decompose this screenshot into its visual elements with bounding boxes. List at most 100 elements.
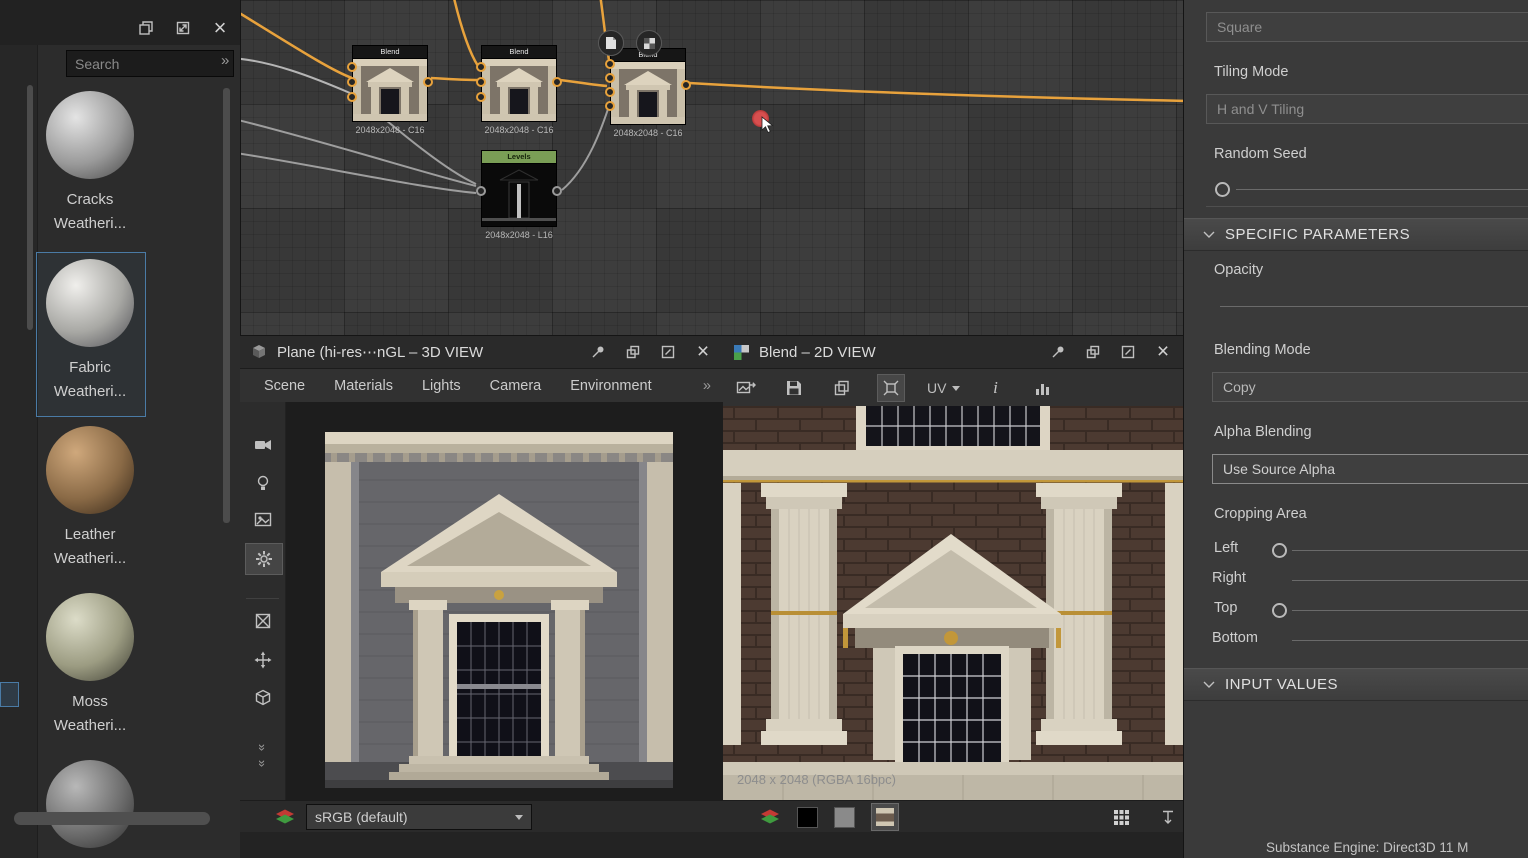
uv-display-icon[interactable] — [245, 606, 281, 636]
search-input[interactable] — [66, 50, 234, 77]
library-item-partial[interactable] — [38, 760, 142, 848]
material-sphere-thumbnail[interactable] — [46, 259, 134, 347]
save-icon[interactable] — [781, 375, 807, 401]
graph-node-blend-2[interactable]: Blend 2048x2048 - C16 — [481, 45, 557, 135]
color-channels-icon[interactable] — [759, 808, 781, 826]
background-color-swatch[interactable] — [797, 807, 818, 828]
tree-scrollbar[interactable] — [27, 85, 33, 330]
display-settings-gear-icon[interactable] — [245, 543, 283, 575]
camera-icon[interactable] — [245, 430, 281, 460]
material-sphere-thumbnail[interactable] — [46, 91, 134, 179]
library-item-moss[interactable]: Moss Weatheri... — [38, 593, 142, 738]
crop-left-slider-track[interactable] — [1292, 550, 1528, 551]
crop-left-slider-knob[interactable] — [1272, 543, 1287, 558]
maximize-icon[interactable] — [1118, 342, 1138, 362]
node-graph-canvas[interactable]: Blend 2048x2048 - C16 Blend 2048x2048 - … — [240, 0, 1183, 335]
crop-top-slider-track[interactable] — [1292, 610, 1528, 611]
graph-node-blend-1[interactable]: Blend 2048x2048 - C16 — [352, 45, 428, 135]
section-input-values[interactable]: INPUT VALUES — [1184, 668, 1528, 701]
random-seed-slider-track[interactable] — [1236, 189, 1528, 190]
library-scrollbar[interactable] — [223, 88, 230, 523]
uv-mode-dropdown[interactable]: UV — [927, 380, 960, 396]
pin-icon[interactable] — [1048, 342, 1068, 362]
info-icon[interactable]: i — [982, 375, 1008, 401]
toolbar-expand-chevron-icon[interactable]: » — [245, 748, 281, 778]
colorspace-dropdown[interactable]: sRGB (default) — [306, 804, 532, 830]
library-item-cracks[interactable]: Cracks Weatheri... — [38, 91, 142, 236]
close-icon[interactable]: × — [210, 18, 230, 38]
translate-gizmo-icon[interactable] — [245, 645, 281, 675]
crop-right-slider-track[interactable] — [1292, 580, 1528, 581]
material-sphere-thumbnail[interactable] — [46, 760, 134, 848]
float-panel-icon[interactable] — [1083, 342, 1103, 362]
random-seed-slider-knob[interactable] — [1215, 182, 1230, 197]
crop-top-slider-knob[interactable] — [1272, 603, 1287, 618]
input-port[interactable] — [347, 92, 357, 102]
float-panel-icon[interactable] — [623, 342, 643, 362]
export-image-icon[interactable] — [733, 375, 759, 401]
menu-scene[interactable]: Scene — [264, 378, 305, 394]
tiling-grid-icon[interactable] — [1109, 804, 1135, 830]
material-sphere-thumbnail[interactable] — [46, 593, 134, 681]
library-item-leather[interactable]: Leather Weatheri... — [38, 426, 142, 571]
output-shape-field[interactable]: Square — [1206, 12, 1528, 42]
alpha-blending-dropdown[interactable]: Use Source Alpha — [1212, 454, 1528, 484]
2d-view-toolbar: UV i — [723, 369, 1183, 408]
input-port[interactable] — [605, 73, 615, 83]
close-icon[interactable]: × — [1153, 342, 1173, 362]
crop-bottom-slider-track[interactable] — [1292, 640, 1528, 641]
2d-texture-facade — [723, 406, 1183, 801]
copy-icon[interactable] — [829, 375, 855, 401]
input-port[interactable] — [476, 77, 486, 87]
2d-view-titlebar[interactable]: Blend – 2D VIEW × — [723, 336, 1183, 369]
pin-icon[interactable] — [588, 342, 608, 362]
search-options-chevron-icon[interactable]: » — [221, 52, 229, 69]
input-port[interactable] — [347, 62, 357, 72]
output-port[interactable] — [423, 77, 433, 87]
anchor-icon[interactable] — [1155, 804, 1181, 830]
output-port[interactable] — [681, 80, 691, 90]
transform-view-icon[interactable] — [877, 374, 905, 402]
opacity-slider-track[interactable] — [1220, 306, 1528, 307]
graph-node-levels[interactable]: Levels 2048x2048 - L16 — [481, 150, 557, 240]
dock-window-icon[interactable] — [136, 18, 156, 38]
3d-viewport[interactable]: » » — [240, 402, 723, 801]
maximize-window-icon[interactable] — [173, 18, 193, 38]
material-sphere-thumbnail[interactable] — [46, 426, 134, 514]
menu-camera[interactable]: Camera — [490, 378, 542, 394]
menu-environment[interactable]: Environment — [570, 378, 651, 394]
menu-lights[interactable]: Lights — [422, 378, 461, 394]
histogram-icon[interactable] — [1030, 375, 1056, 401]
input-port[interactable] — [605, 87, 615, 97]
section-specific-parameters[interactable]: SPECIFIC PARAMETERS — [1184, 218, 1528, 251]
input-port[interactable] — [605, 59, 615, 69]
menu-overflow-chevron-icon[interactable]: » — [703, 378, 711, 394]
blending-mode-dropdown[interactable]: Copy — [1212, 372, 1528, 402]
close-icon[interactable]: × — [693, 342, 713, 362]
input-port[interactable] — [476, 186, 486, 196]
checker-background-swatch[interactable] — [834, 807, 855, 828]
input-port[interactable] — [347, 77, 357, 87]
environment-image-icon[interactable] — [245, 505, 281, 535]
3d-view-titlebar[interactable]: Plane (hi-res⋯nGL – 3D VIEW × — [240, 336, 723, 369]
menu-materials[interactable]: Materials — [334, 378, 393, 394]
texture-preview-toggle[interactable] — [871, 803, 899, 831]
graph-node-blend-3[interactable]: Blend 2048x2048 - C16 — [610, 48, 686, 138]
input-port[interactable] — [605, 101, 615, 111]
light-bulb-icon[interactable] — [245, 468, 281, 498]
maximize-icon[interactable] — [658, 342, 678, 362]
cube-gizmo-icon[interactable] — [245, 683, 281, 713]
checkerboard-badge-icon[interactable] — [636, 30, 662, 56]
library-horizontal-scrollbar[interactable] — [14, 812, 210, 825]
input-port[interactable] — [476, 62, 486, 72]
2d-viewport[interactable]: 2048 x 2048 (RGBA 16bpc) — [723, 406, 1183, 801]
input-port[interactable] — [476, 92, 486, 102]
color-channels-icon[interactable] — [274, 808, 296, 826]
library-item-fabric[interactable]: Fabric Weatheri... — [38, 259, 142, 404]
output-port[interactable] — [552, 77, 562, 87]
document-badge-icon[interactable] — [598, 30, 624, 56]
output-port[interactable] — [552, 186, 562, 196]
tiling-mode-label: Tiling Mode — [1214, 64, 1288, 80]
tiling-mode-field[interactable]: H and V Tiling — [1206, 94, 1528, 124]
crop-bottom-label: Bottom — [1212, 630, 1258, 646]
